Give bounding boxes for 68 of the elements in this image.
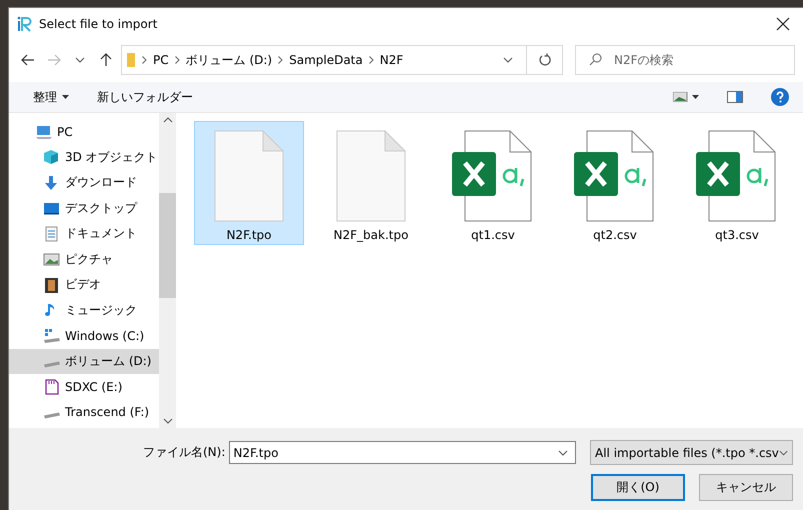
help-icon	[771, 88, 789, 106]
cube-icon	[43, 149, 60, 166]
film-icon	[43, 276, 60, 293]
pane-icon	[727, 91, 743, 103]
nav-item[interactable]: ビデオ	[9, 272, 159, 298]
right-arrow-icon	[47, 54, 61, 66]
nav-item[interactable]: SDXC (E:)	[9, 374, 159, 400]
app-logo-icon	[17, 16, 33, 32]
window-title: Select file to import	[39, 17, 158, 31]
nav-item[interactable]: ボリューム (D:)	[9, 348, 159, 374]
chevron-right-icon	[368, 56, 374, 64]
blank-file-icon	[214, 130, 284, 222]
nav-item[interactable]: 3D オブジェクト	[9, 144, 159, 170]
download-arrow-icon	[43, 174, 60, 191]
chevron-down-icon	[558, 450, 568, 456]
nav-item[interactable]: ミュージック	[9, 298, 159, 323]
folder-icon	[126, 52, 136, 68]
breadcrumb[interactable]: ボリューム (D:)	[186, 52, 272, 68]
file-item[interactable]: qt3.csv	[682, 121, 792, 245]
filename-field[interactable]: N2F.tpo	[229, 441, 576, 464]
chevron-down-icon	[75, 57, 85, 63]
breadcrumb[interactable]: N2F	[380, 53, 404, 67]
spreadsheet-file-icon	[574, 130, 656, 222]
drive-icon	[43, 328, 60, 344]
nav-item[interactable]: Transcend (F:)	[9, 400, 159, 425]
search-field[interactable]: N2Fの検索	[575, 45, 795, 75]
left-arrow-icon	[21, 54, 35, 66]
chevron-down-icon	[778, 450, 788, 456]
spreadsheet-file-icon	[452, 130, 534, 222]
document-icon	[43, 226, 60, 242]
file-item[interactable]: qt1.csv	[438, 121, 548, 245]
cancel-button[interactable]: キャンセル	[699, 474, 793, 501]
chevron-down-icon	[503, 57, 513, 63]
new-folder-button[interactable]: 新しいフォルダー	[93, 86, 197, 108]
desktop-icon	[43, 200, 60, 216]
nav-item[interactable]: ドキュメント	[9, 221, 159, 246]
address-bar[interactable]: PC ボリューム (D:) SampleData N2F	[121, 45, 563, 75]
view-icon	[673, 92, 699, 102]
spreadsheet-file-icon	[696, 130, 778, 222]
chevron-right-icon	[142, 56, 147, 64]
filename-label: ファイル名(N):	[143, 444, 226, 461]
file-item[interactable]: qt2.csv	[560, 121, 670, 245]
breadcrumb[interactable]: PC	[153, 53, 169, 67]
chevron-right-icon	[278, 56, 284, 64]
computer-icon	[35, 124, 52, 140]
up-arrow-icon	[100, 53, 112, 67]
search-icon	[589, 53, 602, 66]
organize-menu-button[interactable]: 整理	[29, 86, 73, 108]
close-icon	[776, 17, 790, 31]
file-type-dropdown[interactable]: All importable files (*.tpo *.csv	[590, 440, 793, 465]
nav-item[interactable]: ピクチャ	[9, 246, 159, 272]
drive-icon	[43, 360, 60, 368]
scrollbar[interactable]	[159, 113, 176, 428]
nav-item[interactable]: Windows (C:)	[9, 323, 159, 348]
picture-icon	[43, 251, 60, 268]
file-item[interactable]: N2F_bak.tpo	[316, 121, 426, 245]
sd-card-icon	[43, 378, 60, 395]
nav-item[interactable]: ダウンロード	[9, 170, 159, 196]
nav-item[interactable]: デスクトップ	[9, 196, 159, 221]
refresh-icon	[538, 53, 552, 67]
blank-file-icon	[336, 130, 406, 222]
breadcrumb[interactable]: SampleData	[289, 53, 363, 67]
nav-item[interactable]: PC	[9, 119, 159, 144]
drive-icon	[43, 412, 60, 419]
open-button[interactable]: 開く(O)	[591, 474, 685, 501]
chevron-right-icon	[174, 56, 180, 64]
file-item[interactable]: N2F.tpo	[194, 121, 304, 245]
caret-down-icon	[62, 95, 69, 99]
